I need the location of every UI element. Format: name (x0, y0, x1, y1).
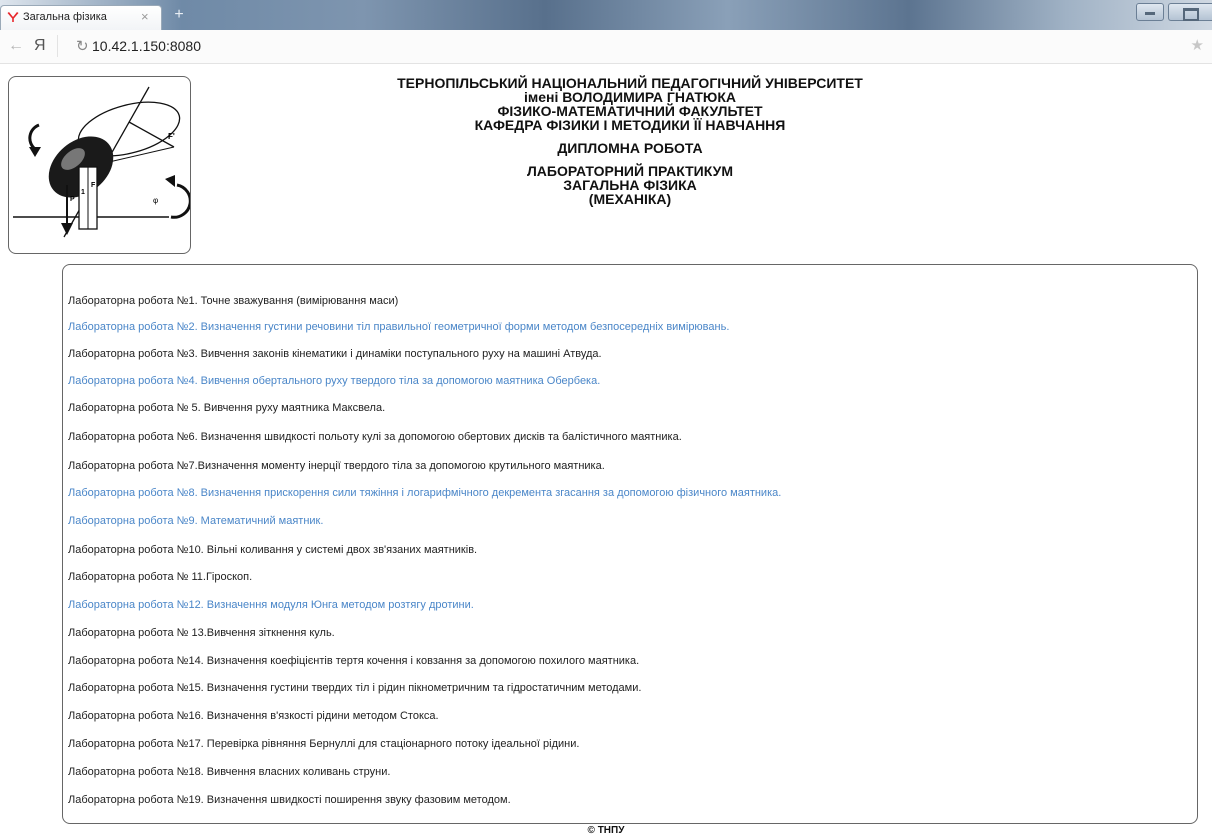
logo-label-fprime: F' (168, 132, 175, 141)
university-header: ТЕРНОПІЛЬСЬКИЙ НАЦІОНАЛЬНИЙ ПЕДАГОГІЧНИЙ… (230, 76, 1030, 206)
browser-titlebar: Загальна фізика × + (0, 0, 1212, 30)
header-faculty: ФІЗИКО-МАТЕМАТИЧНИЙ ФАКУЛЬТЕТ (497, 103, 763, 119)
header-practicum: ЛАБОРАТОРНИЙ ПРАКТИКУМ (526, 163, 733, 179)
minimize-button[interactable] (1136, 3, 1164, 21)
url-field[interactable]: ↻ 10.42.1.150:8080 ★ (57, 35, 1208, 57)
faculty-logo: F' P F 1 φ (8, 76, 191, 254)
logo-label-f: F (91, 182, 96, 189)
yandex-home-icon[interactable]: Я (34, 37, 46, 55)
lab-work-item: Лабораторна робота № 11.Гіроскоп. (68, 571, 253, 583)
lab-work-item: Лабораторна робота №14. Визначення коефі… (68, 655, 640, 667)
footer-copyright: © ТНПУ (587, 825, 625, 836)
lab-work-link[interactable]: Лабораторна робота №8. Визначення приско… (68, 487, 781, 499)
yandex-favicon-icon (7, 12, 19, 22)
logo-label-p: P (70, 196, 75, 203)
address-bar: ← Я ↻ 10.42.1.150:8080 ★ (0, 30, 1212, 64)
lab-work-item: Лабораторна робота №6. Визначення швидко… (68, 431, 682, 443)
lab-work-item: Лабораторна робота №7.Визначення моменту… (68, 460, 605, 472)
lab-work-item: Лабораторна робота № 5. Вивчення руху ма… (68, 402, 386, 414)
tab-title: Загальна фізика (23, 11, 107, 23)
logo-label-one: 1 (81, 189, 85, 196)
lab-work-link[interactable]: Лабораторна робота №4. Вивчення оберталь… (68, 375, 600, 387)
browser-tab[interactable]: Загальна фізика × (0, 5, 162, 30)
lab-work-item: Лабораторна робота №3. Вивчення законів … (68, 348, 602, 360)
logo-label-phi: φ (153, 196, 158, 205)
url-text[interactable]: 10.42.1.150:8080 (92, 38, 201, 54)
lab-work-item: Лабораторна робота № 13.Вивчення зіткнен… (68, 627, 335, 639)
lab-work-item: Лабораторна робота №18. Вивчення власних… (68, 766, 391, 778)
lab-work-item: Лабораторна робота №10. Вільні коливання… (68, 544, 478, 556)
lab-work-item: Лабораторна робота №1. Точне зважування … (68, 295, 399, 307)
header-university: ТЕРНОПІЛЬСЬКИЙ НАЦІОНАЛЬНИЙ ПЕДАГОГІЧНИЙ… (397, 75, 863, 91)
lab-work-item: Лабораторна робота №16. Визначення в'язк… (68, 710, 439, 722)
lab-work-item: Лабораторна робота №17. Перевірка рівнян… (68, 738, 580, 750)
header-department: КАФЕДРА ФІЗИКИ І МЕТОДИКИ ЇЇ НАВЧАННЯ (474, 117, 786, 133)
lab-work-item: Лабораторна робота №19. Визначення швидк… (68, 794, 511, 806)
header-diploma: ДИПЛОМНА РОБОТА (557, 140, 703, 156)
lab-work-link[interactable]: Лабораторна робота №12. Визначення модул… (68, 599, 474, 611)
bookmark-star-icon[interactable]: ★ (1191, 36, 1204, 54)
lab-work-link[interactable]: Лабораторна робота №2. Визначення густин… (68, 321, 729, 333)
reload-icon[interactable]: ↻ (76, 37, 89, 55)
header-named-after: імені ВОЛОДИМИРА ГНАТЮКА (523, 89, 737, 105)
gyroscope-illustration-icon: F' P F 1 φ (13, 86, 190, 238)
lab-works-list: Лабораторна робота №1. Точне зважування … (62, 264, 1198, 824)
tab-close-icon[interactable]: × (141, 9, 149, 25)
header-general-physics: ЗАГАЛЬНА ФІЗИКА (563, 177, 697, 193)
maximize-button[interactable] (1168, 3, 1212, 21)
new-tab-button[interactable]: + (168, 6, 190, 24)
lab-work-link[interactable]: Лабораторна робота №9. Математичний маят… (68, 515, 323, 527)
back-arrow-icon[interactable]: ← (8, 37, 24, 55)
header-mechanics: (МЕХАНІКА) (588, 191, 672, 207)
lab-work-item: Лабораторна робота №15. Визначення густи… (68, 682, 642, 694)
